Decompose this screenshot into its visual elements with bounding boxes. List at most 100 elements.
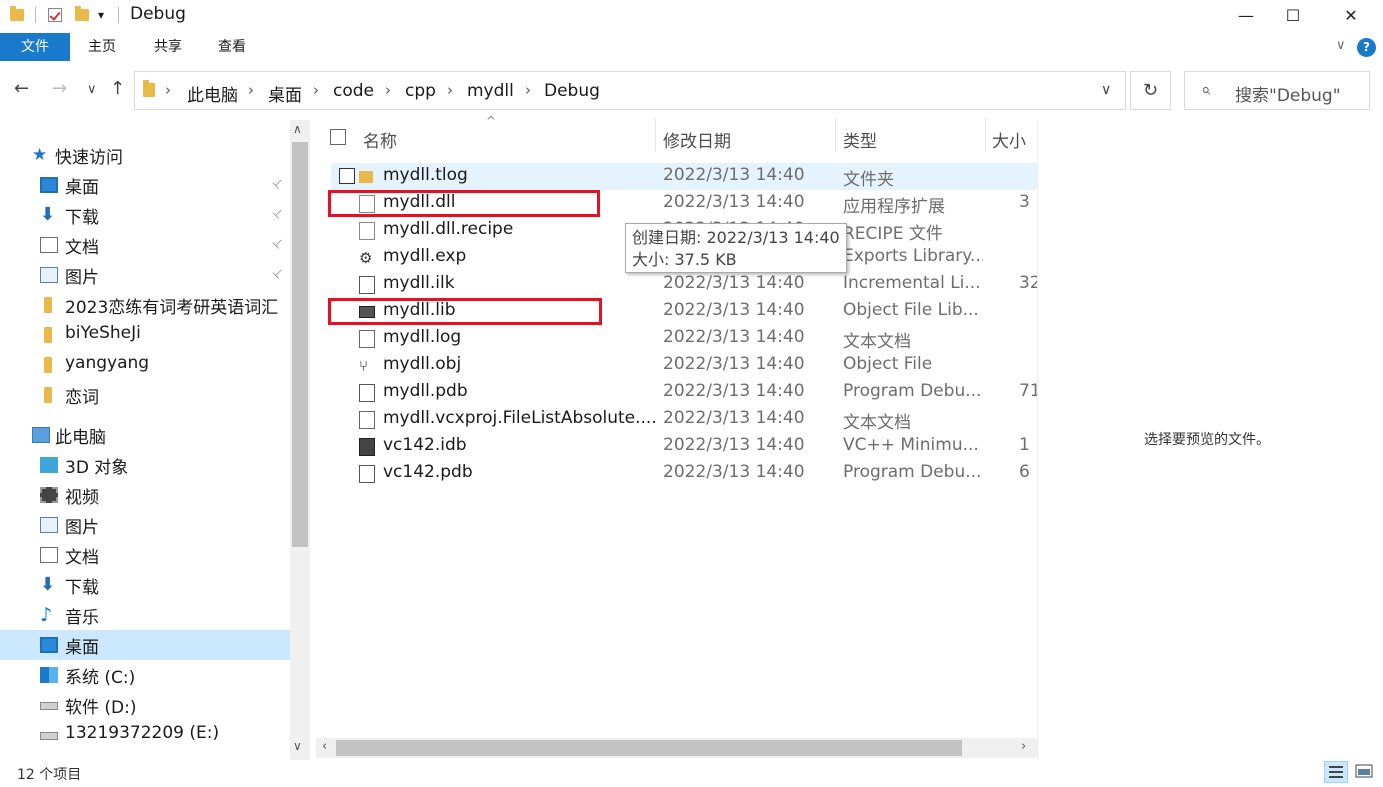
- sidebar-scroll-thumb[interactable]: [292, 142, 308, 547]
- column-header-name[interactable]: 名称: [363, 127, 397, 152]
- breadcrumb-this-pc[interactable]: 此电脑: [187, 81, 238, 106]
- tab-file[interactable]: 文件: [0, 33, 70, 61]
- sidebar-item[interactable]: ⬇ 下载 ⊥: [0, 200, 290, 230]
- text-file-icon: [359, 330, 375, 348]
- maximize-button[interactable]: ☐: [1270, 0, 1316, 30]
- horizontal-scroll-thumb[interactable]: [336, 740, 962, 756]
- breadcrumb-separator[interactable]: ›: [248, 81, 254, 99]
- tab-home[interactable]: 主页: [74, 33, 130, 61]
- file-row[interactable]: vc142.pdb 2022/3/13 14:40 Program Debu... 6: [331, 460, 1037, 487]
- forward-button[interactable]: →: [52, 78, 67, 99]
- window-title: Debug: [130, 4, 186, 24]
- pin-icon: ⊥: [269, 234, 287, 252]
- breadcrumb-cpp[interactable]: cpp: [405, 81, 436, 101]
- breadcrumb-separator[interactable]: ›: [165, 81, 171, 99]
- sidebar-item[interactable]: ♪ 音乐: [0, 600, 290, 630]
- column-header-type[interactable]: 类型: [843, 127, 877, 152]
- file-row[interactable]: mydll.log 2022/3/13 14:40 文本文档: [331, 325, 1037, 352]
- tab-share[interactable]: 共享: [140, 33, 196, 61]
- details-view-icon: [1329, 766, 1343, 778]
- file-row[interactable]: mydll.pdb 2022/3/13 14:40 Program Debu... 7…: [331, 379, 1037, 406]
- search-box[interactable]: ⌕ 搜索"Debug": [1184, 71, 1370, 110]
- tooltip-size: 大小: 37.5 KB: [632, 250, 737, 269]
- column-header-size[interactable]: 大小: [992, 127, 1026, 152]
- minimize-button[interactable]: —: [1223, 0, 1269, 30]
- file-row[interactable]: mydll.ilk 2022/3/13 14:40 Incremental Li..…: [331, 271, 1037, 298]
- sidebar-item[interactable]: ⬇ 下载: [0, 570, 290, 600]
- file-name: vc142.idb: [383, 435, 467, 455]
- file-type: VC++ Minimu...: [843, 435, 979, 455]
- text-file-icon: [359, 411, 375, 429]
- row-checkbox[interactable]: [339, 168, 355, 184]
- breadcrumb-debug[interactable]: Debug: [544, 81, 600, 101]
- sidebar-item[interactable]: 图片: [0, 510, 290, 540]
- file-type: Program Debu...: [843, 462, 982, 482]
- sidebar-item[interactable]: 恋词: [0, 380, 290, 410]
- customize-quick-access-button[interactable]: ▾: [98, 6, 104, 24]
- scroll-up-button[interactable]: ∧: [293, 122, 302, 136]
- sidebar-item[interactable]: 2023恋练有词考研英语词汇: [0, 290, 290, 320]
- large-icons-view-button[interactable]: [1353, 761, 1377, 783]
- sidebar-item[interactable]: 桌面 ⊥: [0, 170, 290, 200]
- file-row[interactable]: vc142.idb 2022/3/13 14:40 VC++ Minimu... 1: [331, 433, 1037, 460]
- breadcrumb-separator[interactable]: ›: [385, 81, 391, 99]
- sidebar-item[interactable]: yangyang: [0, 350, 290, 380]
- back-button[interactable]: ←: [14, 78, 29, 99]
- breadcrumb-separator[interactable]: ›: [447, 81, 453, 99]
- breadcrumb-separator[interactable]: ›: [313, 81, 319, 99]
- sidebar-item[interactable]: 文档: [0, 540, 290, 570]
- file-date: 2022/3/13 14:40: [663, 381, 805, 401]
- address-bar[interactable]: › 此电脑 › 桌面 › code › cpp › mydll › Debug …: [134, 71, 1126, 110]
- column-divider[interactable]: [655, 118, 656, 152]
- file-row[interactable]: mydll.vcxproj.FileListAbsolute.... 2022/3…: [331, 406, 1037, 433]
- recent-locations-button[interactable]: ∨: [87, 82, 97, 97]
- sidebar-item[interactable]: biYeSheJi: [0, 320, 290, 350]
- details-view-button[interactable]: [1324, 761, 1348, 783]
- column-divider[interactable]: [835, 118, 836, 152]
- breadcrumb-mydll[interactable]: mydll: [467, 81, 514, 101]
- file-row[interactable]: mydll.tlog 2022/3/13 14:40 文件夹: [331, 163, 1037, 190]
- folder-icon: [44, 327, 52, 343]
- select-all-checkbox[interactable]: [330, 129, 346, 145]
- scroll-left-button[interactable]: ‹: [322, 739, 327, 754]
- tab-view[interactable]: 查看: [204, 33, 260, 61]
- column-divider[interactable]: [985, 118, 986, 152]
- column-header-date[interactable]: 修改日期: [663, 127, 731, 152]
- scroll-right-button[interactable]: ›: [1021, 739, 1026, 754]
- sidebar-item-label: 快速访问: [55, 148, 123, 168]
- sidebar-item[interactable]: 系统 (C:): [0, 660, 290, 690]
- sidebar-item-label: biYeSheJi: [65, 323, 141, 343]
- properties-icon[interactable]: [48, 6, 62, 24]
- breadcrumb-separator[interactable]: ›: [525, 81, 531, 99]
- address-history-dropdown[interactable]: ∨: [1101, 82, 1111, 98]
- file-row[interactable]: ⑂ mydll.obj 2022/3/13 14:40 Object File: [331, 352, 1037, 379]
- navigation-pane: ★ 快速访问 桌面 ⊥ ⬇ 下载 ⊥ 文档 ⊥ 图片 ⊥ 2023恋练有词考研英语词汇 biYeSheJ…: [0, 120, 290, 760]
- file-type: 应用程序扩展: [843, 197, 945, 217]
- sidebar-item[interactable]: ★ 快速访问: [0, 140, 290, 170]
- new-folder-icon[interactable]: [75, 6, 89, 24]
- scroll-down-button[interactable]: ∨: [293, 739, 302, 753]
- file-type: 文本文档: [843, 413, 911, 433]
- breadcrumb-desktop[interactable]: 桌面: [268, 81, 302, 106]
- sidebar-item[interactable]: 桌面: [0, 630, 290, 660]
- search-input[interactable]: 搜索"Debug": [1235, 81, 1341, 106]
- sidebar-item[interactable]: 图片 ⊥: [0, 260, 290, 290]
- sidebar-item[interactable]: 3D 对象: [0, 450, 290, 480]
- sidebar-item[interactable]: 软件 (D:): [0, 690, 290, 720]
- breadcrumb-code[interactable]: code: [333, 81, 374, 101]
- pin-icon: ⊥: [269, 264, 287, 282]
- expand-ribbon-button[interactable]: ∨: [1336, 38, 1346, 53]
- preview-divider[interactable]: [1037, 120, 1038, 760]
- refresh-button[interactable]: ↻: [1130, 71, 1171, 110]
- close-button[interactable]: ✕: [1328, 0, 1374, 30]
- help-button[interactable]: ?: [1357, 38, 1376, 57]
- file-type: 文件夹: [843, 170, 894, 190]
- folder-icon: [44, 387, 52, 403]
- up-button[interactable]: ↑: [110, 78, 125, 99]
- sidebar-item[interactable]: 视频: [0, 480, 290, 510]
- sidebar-item[interactable]: 此电脑: [0, 420, 290, 450]
- sidebar-item[interactable]: 13219372209 (E:): [0, 720, 290, 750]
- file-type: Program Debu...: [843, 381, 982, 401]
- file-date: 2022/3/13 14:40: [663, 192, 805, 212]
- sidebar-item[interactable]: 文档 ⊥: [0, 230, 290, 260]
